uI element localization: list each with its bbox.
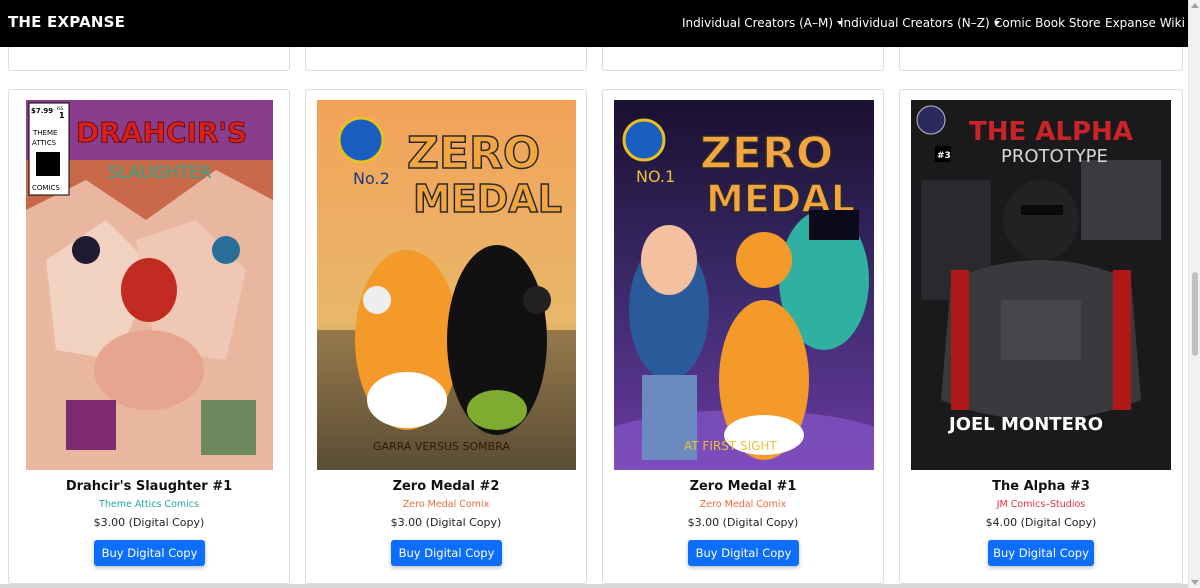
cover-issue-number: No.2 [353, 169, 390, 188]
cover-title-line: ZERO [700, 128, 833, 179]
cover-author: JOEL MONTERO [947, 414, 1103, 435]
cover-badge-line: THEME [32, 129, 57, 137]
cover-issue-number: #3 [937, 151, 951, 161]
scroll-down-arrow-icon[interactable] [1191, 580, 1199, 585]
product-publisher[interactable]: Zero Medal Comix [306, 499, 586, 510]
cover-issue-number: NO.1 [636, 167, 675, 186]
nav-comic-book-store[interactable]: Comic Book Store [994, 16, 1101, 30]
buy-digital-copy-button[interactable]: Buy Digital Copy [94, 540, 205, 566]
product-publisher[interactable]: Zero Medal Comix [603, 499, 883, 510]
cover-subtitle-text: PROTOTYPE [1001, 146, 1108, 167]
cover-price-tag: $7.99 [31, 107, 53, 115]
product-price: $3.00 (Digital Copy) [93, 516, 205, 529]
nav-individual-creators-n-z[interactable]: Individual Creators (N–Z) [840, 16, 1000, 30]
product-title[interactable]: The Alpha #3 [900, 479, 1182, 494]
nav-item-label: Expanse Wiki [1105, 16, 1185, 30]
cover-issue-number: 1 [59, 111, 65, 120]
product-price: $4.00 (Digital Copy) [985, 516, 1097, 529]
buy-digital-copy-button[interactable]: Buy Digital Copy [391, 540, 502, 566]
product-price: $3.00 (Digital Copy) [390, 516, 502, 529]
vertical-scrollbar[interactable] [1188, 0, 1200, 588]
nav-item-label: Individual Creators (N–Z) [840, 16, 990, 30]
product-card: NO.1 ZERO MEDAL AT FIRST SIGHT Zero Meda… [602, 89, 884, 584]
buy-digital-copy-button[interactable]: Buy Digital Copy [988, 540, 1094, 566]
nav-expanse-wiki[interactable]: Expanse Wiki [1105, 16, 1185, 30]
nav-item-label: Individual Creators (A–M) [682, 16, 834, 30]
cover-caption: AT FIRST SIGHT [684, 439, 777, 453]
cover-title-text: DRAHCIR'S [76, 116, 247, 149]
scroll-up-arrow-icon[interactable] [1191, 3, 1199, 8]
nav-item-label: Comic Book Store [994, 16, 1101, 30]
top-navbar: THE EXPANSE Individual Creators (A–M) In… [0, 0, 1188, 47]
buy-digital-copy-button[interactable]: Buy Digital Copy [688, 540, 799, 566]
product-title[interactable]: Zero Medal #1 [603, 479, 883, 494]
cover-badge-line: ATTICS [32, 139, 57, 147]
product-title[interactable]: Drahcir's Slaughter #1 [9, 479, 289, 494]
product-card: No.2 ZERO MEDAL GARRA VERSUS SOMBRA Zero… [305, 89, 587, 584]
comic-cover-image[interactable]: #3 THE ALPHA PROTOTYPE JOEL MONTERO [911, 100, 1171, 470]
cover-title-line: ZERO [407, 128, 540, 179]
product-price: $3.00 (Digital Copy) [687, 516, 799, 529]
nav-individual-creators-a-m[interactable]: Individual Creators (A–M) [682, 16, 844, 30]
product-card: $7.99 ISS 1 THEME ATTICS COMICS DRAHCIR'… [8, 89, 290, 584]
scrollbar-thumb[interactable] [1192, 272, 1198, 356]
comic-cover-image[interactable]: No.2 ZERO MEDAL GARRA VERSUS SOMBRA [317, 100, 576, 470]
cover-title-text: THE ALPHA [969, 117, 1133, 147]
comic-cover-image[interactable]: NO.1 ZERO MEDAL AT FIRST SIGHT [614, 100, 874, 470]
cover-title-line: MEDAL [413, 177, 562, 221]
brand-logo[interactable]: THE EXPANSE [8, 13, 125, 31]
cover-badge-line: COMICS [32, 184, 60, 192]
cover-caption: GARRA VERSUS SOMBRA [373, 440, 510, 453]
product-card: #3 THE ALPHA PROTOTYPE JOEL MONTERO The … [899, 89, 1183, 584]
comic-cover-image[interactable]: $7.99 ISS 1 THEME ATTICS COMICS DRAHCIR'… [26, 100, 273, 470]
product-publisher[interactable]: JM Comics–Studios [900, 499, 1182, 510]
product-title[interactable]: Zero Medal #2 [306, 479, 586, 494]
horizontal-scrollbar[interactable] [0, 584, 1188, 588]
product-publisher[interactable]: Theme Attics Comics [9, 499, 289, 510]
cover-subtitle-text: SLAUGHTER [108, 163, 212, 183]
